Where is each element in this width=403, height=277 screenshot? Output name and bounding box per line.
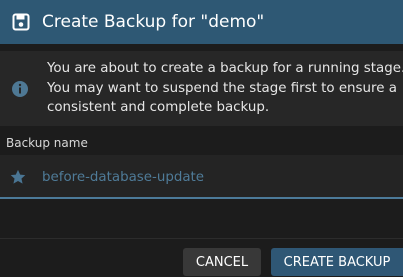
backup-name-input[interactable] (42, 167, 382, 187)
backup-name-field[interactable] (0, 155, 403, 199)
info-line: consistent and complete backup. (47, 100, 270, 115)
backup-name-label: Backup name (6, 136, 88, 150)
cancel-button[interactable]: Cancel (183, 248, 261, 276)
info-line: You are about to create a backup for a r… (47, 61, 403, 76)
actions-divider (0, 238, 403, 239)
info-line: You may want to suspend the stage first … (47, 80, 397, 96)
create-backup-button[interactable]: Create Backup (271, 248, 403, 276)
create-backup-dialog: Create Backup for "demo" You are about t… (0, 0, 403, 277)
dialog-title-bar: Create Backup for "demo" (0, 0, 403, 44)
info-message: You are about to create a backup for a r… (47, 59, 403, 118)
star-icon (9, 168, 27, 186)
dialog-title: Create Backup for "demo" (42, 12, 265, 32)
info-icon (11, 80, 29, 98)
info-message-box: You are about to create a backup for a r… (0, 51, 403, 126)
save-icon (11, 12, 31, 32)
